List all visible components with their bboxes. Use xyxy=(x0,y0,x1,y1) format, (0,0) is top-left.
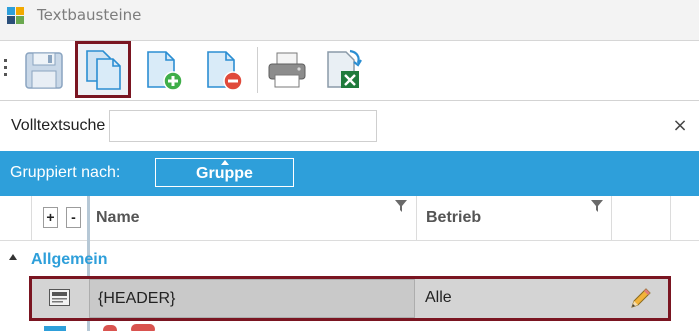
collapse-all-button[interactable]: - xyxy=(66,207,81,228)
filter-icon[interactable] xyxy=(591,200,603,212)
status-dot xyxy=(103,325,117,331)
search-row: Volltextsuche × xyxy=(0,101,699,151)
remove-document-button[interactable] xyxy=(195,41,251,98)
text-block-icon xyxy=(49,289,70,306)
expand-collapse-cell: + - xyxy=(31,196,89,240)
save-button[interactable] xyxy=(15,41,71,98)
excel-export-button[interactable] xyxy=(315,41,371,98)
grouping-label: Gruppiert nach: xyxy=(10,164,121,181)
collapse-caret-icon[interactable] xyxy=(9,254,17,260)
group-chip-label: Gruppe xyxy=(196,165,253,182)
edit-pencil-icon[interactable] xyxy=(629,286,653,310)
search-input[interactable] xyxy=(109,110,377,142)
row-betrieb: Alle xyxy=(425,289,452,306)
close-icon[interactable]: × xyxy=(666,112,694,140)
status-dot xyxy=(131,324,155,331)
group-row[interactable]: Allgemein xyxy=(0,241,699,275)
app-logo-icon xyxy=(7,7,25,25)
filter-icon[interactable] xyxy=(395,200,407,212)
partial-row xyxy=(0,322,699,331)
window-title: Textbausteine xyxy=(37,6,142,24)
name-cell[interactable]: {HEADER} xyxy=(89,279,415,318)
remove-document-icon xyxy=(207,51,243,91)
group-name: Allgemein xyxy=(31,251,108,268)
row-icon-cell xyxy=(32,279,87,318)
expand-all-button[interactable]: + xyxy=(43,207,58,228)
toolbar xyxy=(0,41,699,101)
grid-header: + - Name Betrieb xyxy=(0,196,699,241)
save-icon xyxy=(25,52,63,89)
add-document-icon xyxy=(147,51,183,91)
row-name: {HEADER} xyxy=(98,290,176,307)
search-label: Volltextsuche xyxy=(11,117,106,134)
excel-export-icon xyxy=(327,49,362,88)
grouping-bar: Gruppiert nach: Gruppe xyxy=(0,151,699,196)
print-icon xyxy=(268,52,306,88)
sort-ascending-icon xyxy=(221,160,229,165)
add-document-button[interactable] xyxy=(135,41,191,98)
group-chip[interactable]: Gruppe xyxy=(155,158,294,187)
toolbar-grip[interactable] xyxy=(4,59,8,81)
row-marker xyxy=(44,326,66,331)
column-header-name[interactable]: Name xyxy=(96,209,140,227)
copy-document-icon xyxy=(86,50,121,90)
table-row[interactable]: {HEADER} Alle xyxy=(29,276,671,321)
title-bar: Textbausteine xyxy=(0,0,699,41)
column-header-betrieb[interactable]: Betrieb xyxy=(426,209,481,227)
print-button[interactable] xyxy=(258,41,314,98)
copy-button[interactable] xyxy=(75,41,131,98)
